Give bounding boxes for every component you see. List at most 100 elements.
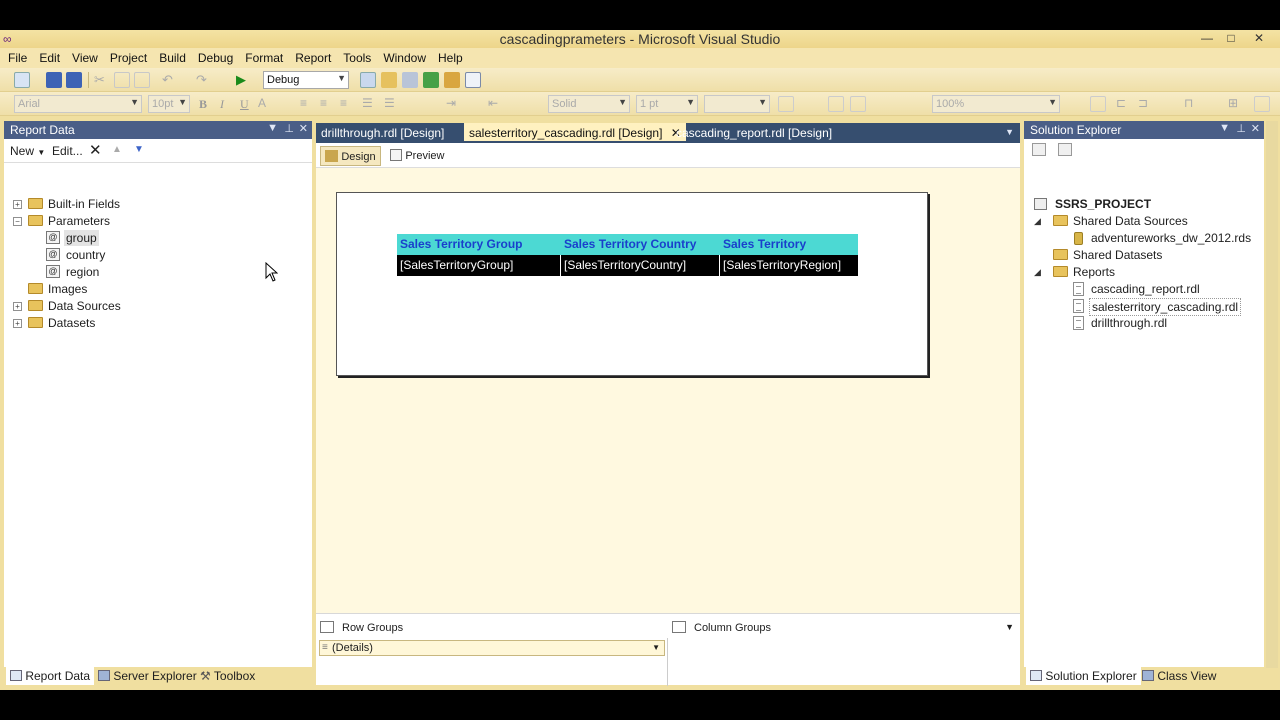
spacing-icon[interactable]: [1254, 96, 1270, 112]
undo-icon[interactable]: ↶: [162, 72, 178, 88]
tree-item-param-region[interactable]: @ region: [4, 264, 304, 281]
collapse-icon[interactable]: ◢: [1034, 267, 1041, 278]
show-all-files-icon[interactable]: [1058, 143, 1072, 156]
table-header-cell[interactable]: Sales Territory Group: [397, 234, 561, 255]
redo-icon[interactable]: ↷: [196, 72, 212, 88]
collapse-icon[interactable]: ◢: [1034, 216, 1041, 227]
table-data-cell[interactable]: [SalesTerritoryRegion]: [720, 255, 858, 276]
copy-icon[interactable]: [114, 72, 130, 88]
tab-salesterritory-cascading[interactable]: salesterritory_cascading.rdl [Design] ✕: [464, 123, 686, 141]
grouping-dropdown-icon[interactable]: ▼: [1005, 622, 1014, 632]
cut-icon[interactable]: ✂: [94, 72, 110, 88]
tools-icon[interactable]: [402, 72, 418, 88]
pin-icon[interactable]: ⊥: [1236, 122, 1246, 135]
tab-server-explorer[interactable]: Server Explorer: [94, 667, 201, 685]
menu-edit[interactable]: Edit: [33, 48, 66, 68]
details-group[interactable]: ≡ (Details) ▼: [319, 640, 665, 656]
preview-tab[interactable]: Preview: [386, 146, 448, 166]
tab-toolbox[interactable]: ⚒ Toolbox: [196, 667, 259, 685]
list-icon[interactable]: ☰: [362, 96, 378, 112]
menu-report[interactable]: Report: [289, 48, 337, 68]
find-icon[interactable]: [360, 72, 376, 88]
align-lefts-icon[interactable]: ⊏: [1116, 96, 1132, 112]
save-all-icon[interactable]: [66, 72, 82, 88]
align-left-icon[interactable]: ≡: [300, 96, 316, 112]
background-icon[interactable]: [850, 96, 866, 112]
menu-view[interactable]: View: [66, 48, 104, 68]
tab-drillthrough[interactable]: drillthrough.rdl [Design]: [316, 123, 449, 141]
tree-item-builtin-fields[interactable]: + Built-in Fields: [4, 196, 304, 213]
tree-item-param-country[interactable]: @ country: [4, 247, 304, 264]
menu-tools[interactable]: Tools: [337, 48, 377, 68]
tree-item-shared-data-sources[interactable]: ◢ Shared Data Sources: [1024, 213, 1260, 230]
pin-icon[interactable]: ⊥: [284, 122, 294, 135]
tab-list-dropdown-icon[interactable]: ▼: [1005, 127, 1014, 137]
panel-dropdown-icon[interactable]: ▼: [1219, 122, 1230, 134]
border-style-select[interactable]: Solid ▼: [548, 95, 630, 113]
size-icon[interactable]: ⊞: [1228, 96, 1244, 112]
border-icon[interactable]: [778, 96, 794, 112]
align-right-icon[interactable]: ≡: [340, 96, 356, 112]
edit-button[interactable]: Edit...: [52, 144, 83, 158]
tree-item-shared-datasets[interactable]: Shared Datasets: [1024, 247, 1260, 264]
menu-window[interactable]: Window: [377, 48, 432, 68]
align-center-icon[interactable]: ≡: [320, 96, 336, 112]
tree-item-images[interactable]: Images: [4, 281, 304, 298]
tree-item-report-file[interactable]: drillthrough.rdl: [1024, 315, 1260, 332]
new-project-icon[interactable]: [14, 72, 30, 88]
expand-icon[interactable]: +: [13, 302, 22, 311]
tree-item-data-sources[interactable]: + Data Sources: [4, 298, 304, 315]
chevron-down-icon[interactable]: ▼: [652, 643, 660, 652]
bold-button[interactable]: B: [199, 97, 207, 112]
tree-item-param-group[interactable]: @ group: [4, 230, 304, 247]
menu-file[interactable]: File: [2, 48, 33, 68]
window-icon[interactable]: [465, 72, 481, 88]
properties-icon[interactable]: [381, 72, 397, 88]
move-up-icon[interactable]: ▲: [112, 144, 122, 155]
tree-item-reports[interactable]: ◢ Reports: [1024, 264, 1260, 281]
layout-icon[interactable]: [1090, 96, 1106, 112]
close-button[interactable]: ✕: [1248, 31, 1270, 47]
new-button[interactable]: New ▼: [10, 144, 45, 158]
font-color-icon[interactable]: A: [258, 96, 274, 112]
border-color-select[interactable]: ▼: [704, 95, 770, 113]
properties-icon[interactable]: [1032, 143, 1046, 156]
expand-icon[interactable]: +: [13, 319, 22, 328]
zoom-select[interactable]: 100% ▼: [932, 95, 1060, 113]
tree-item-report-file[interactable]: salesterritory_cascading.rdl: [1024, 298, 1260, 316]
menu-format[interactable]: Format: [239, 48, 289, 68]
tree-item-project[interactable]: SSRS_PROJECT: [1024, 196, 1260, 213]
start-debug-icon[interactable]: ▶: [236, 72, 252, 88]
tree-item-parameters[interactable]: − Parameters: [4, 213, 304, 230]
table-header-cell[interactable]: Sales Territory: [720, 234, 858, 255]
tab-solution-explorer[interactable]: Solution Explorer: [1026, 667, 1141, 685]
collapse-icon[interactable]: −: [13, 217, 22, 226]
menu-debug[interactable]: Debug: [192, 48, 239, 68]
tree-item-data-source-file[interactable]: adventureworks_dw_2012.rds: [1024, 230, 1260, 247]
menu-project[interactable]: Project: [104, 48, 153, 68]
expand-icon[interactable]: +: [13, 200, 22, 209]
import-icon[interactable]: [423, 72, 439, 88]
table-header-cell[interactable]: Sales Territory Country: [561, 234, 720, 255]
solution-config-select[interactable]: Debug ▼: [263, 71, 349, 89]
align-tops-icon[interactable]: ⊓: [1184, 96, 1200, 112]
design-tab[interactable]: Design: [320, 146, 381, 166]
menu-build[interactable]: Build: [153, 48, 192, 68]
table-data-cell[interactable]: [SalesTerritoryCountry]: [561, 255, 719, 276]
move-down-icon[interactable]: ▼: [134, 144, 144, 155]
tab-class-view[interactable]: Class View: [1138, 667, 1220, 685]
indent-icon[interactable]: ⇥: [446, 96, 462, 112]
save-icon[interactable]: [46, 72, 62, 88]
tab-cascading-report[interactable]: cascading_report.rdl [Design]: [671, 123, 837, 141]
report-body[interactable]: Sales Territory Group Sales Territory Co…: [336, 192, 928, 376]
fill-color-icon[interactable]: [828, 96, 844, 112]
tree-item-datasets[interactable]: + Datasets: [4, 315, 304, 332]
font-size-select[interactable]: 10pt ▼: [148, 95, 190, 113]
delete-icon[interactable]: ✕: [89, 141, 102, 159]
close-panel-icon[interactable]: ✕: [1251, 122, 1260, 135]
font-select[interactable]: Arial ▼: [14, 95, 142, 113]
tab-report-data[interactable]: Report Data: [6, 667, 95, 685]
close-panel-icon[interactable]: ✕: [299, 122, 308, 135]
paste-icon[interactable]: [134, 72, 150, 88]
underline-button[interactable]: U: [240, 97, 249, 112]
